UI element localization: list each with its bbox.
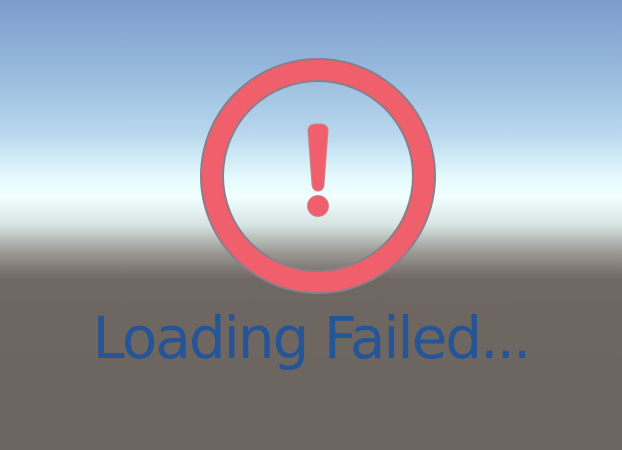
loading-failed-message: Loading Failed...	[92, 304, 532, 372]
exclamation-bar	[307, 123, 329, 192]
loading-failed-screen: Loading Failed...	[0, 0, 622, 450]
exclamation-dot	[307, 195, 329, 217]
exclamation-circle-icon	[200, 58, 436, 294]
